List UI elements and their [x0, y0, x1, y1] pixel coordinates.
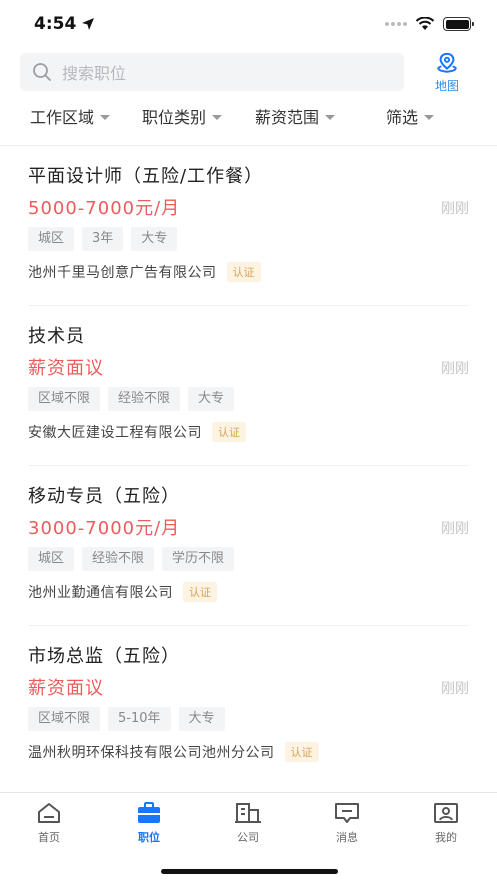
map-button[interactable]: 地图 — [425, 52, 469, 94]
job-tags: 区域不限 5-10年 大专 — [28, 707, 225, 731]
search-placeholder: 搜索职位 — [62, 64, 127, 83]
tab-label: 首页 — [38, 831, 60, 844]
filter-label: 薪资范围 — [255, 108, 320, 127]
filter-label: 工作区域 — [30, 108, 95, 127]
company-name: 池州业勤通信有限公司 — [28, 585, 173, 601]
company-row: 池州业勤通信有限公司 认证 — [28, 582, 217, 602]
company-name: 温州秋明环保科技有限公司池州分公司 — [28, 745, 275, 761]
job-title: 移动专员（五险） — [28, 486, 180, 507]
company-row: 池州千里马创意广告有限公司 认证 — [28, 262, 261, 282]
job-card[interactable]: 移动专员（五险） 3000-7000元/月 刚刚 城区 经验不限 学历不限 池州… — [0, 466, 497, 626]
job-card[interactable]: 技术员 薪资面议 刚刚 区域不限 经验不限 大专 安徽大匠建设工程有限公司 认证 — [0, 306, 497, 466]
caret-down-icon — [424, 114, 435, 120]
company-row: 安徽大匠建设工程有限公司 认证 — [28, 422, 246, 442]
battery-icon — [443, 17, 474, 31]
tab-label: 我的 — [435, 831, 457, 844]
home-indicator[interactable] — [161, 869, 338, 874]
caret-down-icon — [325, 114, 336, 120]
job-tag: 大专 — [131, 227, 178, 251]
job-card[interactable]: 平面设计师（五险/工作餐） 5000-7000元/月 刚刚 城区 3年 大专 池… — [0, 146, 497, 306]
job-card[interactable]: 市场总监（五险） 薪资面议 刚刚 区域不限 5-10年 大专 温州秋明环保科技有… — [0, 626, 497, 786]
tab-profile[interactable]: 我的 — [416, 801, 476, 845]
job-tags: 区域不限 经验不限 大专 — [28, 387, 235, 411]
tab-label: 消息 — [336, 831, 358, 844]
job-tag: 大专 — [188, 387, 235, 411]
location-arrow-icon — [82, 18, 95, 30]
wifi-icon — [415, 17, 435, 30]
verified-badge: 认证 — [284, 742, 319, 762]
profile-icon — [434, 803, 458, 823]
filter-job-category[interactable]: 职位类别 — [142, 104, 223, 128]
job-tag: 区域不限 — [28, 387, 101, 411]
tab-messages[interactable]: 消息 — [317, 801, 377, 845]
filter-work-area[interactable]: 工作区域 — [30, 104, 111, 128]
job-tag: 经验不限 — [82, 547, 155, 571]
job-tag: 3年 — [82, 227, 124, 251]
map-label: 地图 — [434, 79, 459, 93]
tab-companies[interactable]: 公司 — [218, 801, 278, 845]
job-salary: 薪资面议 — [28, 358, 104, 379]
job-posted-time: 刚刚 — [441, 681, 469, 697]
job-tag: 城区 — [28, 547, 75, 571]
search-input[interactable]: 搜索职位 — [20, 53, 404, 91]
job-tags: 城区 3年 大专 — [28, 227, 178, 251]
tab-label: 职位 — [138, 831, 160, 844]
job-salary: 3000-7000元/月 — [28, 518, 181, 539]
job-tag: 大专 — [178, 707, 225, 731]
home-icon — [38, 803, 60, 823]
status-time: 4:54 — [34, 14, 95, 34]
job-tag: 学历不限 — [162, 547, 235, 571]
verified-badge: 认证 — [212, 422, 246, 442]
job-salary: 薪资面议 — [28, 678, 104, 699]
tab-label: 公司 — [237, 831, 259, 844]
job-tags: 城区 经验不限 学历不限 — [28, 547, 235, 571]
briefcase-icon — [138, 802, 160, 823]
caret-down-icon — [100, 114, 111, 120]
company-row: 温州秋明环保科技有限公司池州分公司 认证 — [28, 742, 319, 762]
company-name: 安徽大匠建设工程有限公司 — [28, 425, 202, 441]
job-title: 市场总监（五险） — [28, 646, 180, 667]
caret-down-icon — [212, 114, 223, 120]
status-bar: 4:54 — [0, 0, 497, 50]
job-title: 平面设计师（五险/工作餐） — [28, 166, 264, 187]
job-tag: 区域不限 — [28, 707, 101, 731]
filter-salary-range[interactable]: 薪资范围 — [255, 104, 336, 128]
message-icon — [335, 803, 359, 823]
search-icon — [33, 63, 51, 81]
filter-bar: 工作区域 职位类别 薪资范围 筛选 — [0, 100, 497, 132]
filter-more[interactable]: 筛选 — [386, 104, 435, 128]
building-icon — [235, 803, 261, 823]
job-tag: 经验不限 — [108, 387, 181, 411]
job-salary: 5000-7000元/月 — [28, 198, 181, 219]
map-pin-icon — [437, 52, 457, 73]
clock-text: 4:54 — [34, 14, 77, 34]
tab-home[interactable]: 首页 — [19, 801, 79, 845]
job-posted-time: 刚刚 — [441, 361, 469, 377]
job-posted-time: 刚刚 — [441, 521, 469, 537]
filter-label: 职位类别 — [142, 108, 207, 127]
cellular-signal-icon — [385, 22, 407, 26]
status-indicators — [385, 17, 474, 31]
job-tag: 5-10年 — [108, 707, 171, 731]
tab-jobs[interactable]: 职位 — [119, 801, 179, 845]
filter-label: 筛选 — [386, 108, 419, 127]
job-tag: 城区 — [28, 227, 75, 251]
verified-badge: 认证 — [183, 582, 217, 602]
company-name: 池州千里马创意广告有限公司 — [28, 265, 217, 281]
job-title: 技术员 — [28, 326, 85, 347]
verified-badge: 认证 — [226, 262, 261, 282]
job-posted-time: 刚刚 — [441, 201, 469, 217]
